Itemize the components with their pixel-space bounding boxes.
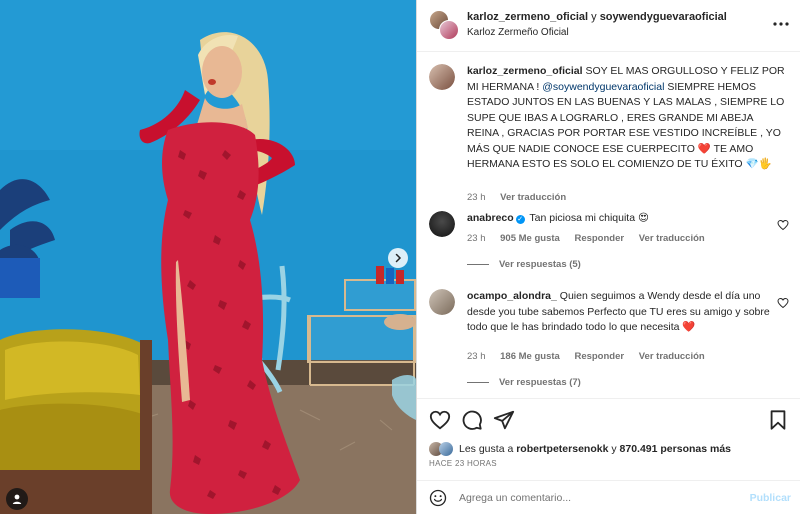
caption-text-b: SIEMPRE HEMOS ESTADO JUNTOS EN LAS BUENA… <box>467 80 785 171</box>
likes-count[interactable]: 870.491 personas más <box>620 443 732 455</box>
more-options-button[interactable] <box>771 14 791 34</box>
liker-username[interactable]: robertpetersenokk <box>516 443 608 455</box>
view-replies-button[interactable]: Ver respuestas (5) <box>467 259 581 270</box>
author-joiner: y <box>588 11 600 23</box>
likes-middle: y <box>608 443 620 455</box>
comments-list[interactable]: karloz_zermeno_oficial SOY EL MAS ORGULL… <box>417 53 800 395</box>
comment: anabreco ✓ Tan piciosa mi chiquita 😍 23 h… <box>429 211 789 271</box>
photo-scene <box>0 0 416 514</box>
reply-button[interactable]: Responder <box>574 233 624 244</box>
emoji-icon[interactable] <box>429 489 447 507</box>
more-icon <box>773 22 789 26</box>
bookmark-icon[interactable] <box>767 409 789 431</box>
comment: ocampo_alondra_ Quien seguimos a Wendy d… <box>429 289 789 389</box>
see-translation-link[interactable]: Ver traducción <box>639 233 705 244</box>
post-comment-button[interactable]: Publicar <box>750 492 791 504</box>
caption-mention[interactable]: @soywendyguevaraoficial <box>542 81 664 93</box>
next-photo-button[interactable] <box>388 248 408 268</box>
author-display-name: Karloz Zermeño Oficial <box>467 27 569 38</box>
caption-time[interactable]: 23 h <box>467 192 486 203</box>
replies-divider <box>467 382 489 383</box>
view-replies-label: Ver respuestas (7) <box>499 377 581 388</box>
verified-badge-icon: ✓ <box>515 215 525 224</box>
comment-body: Tan piciosa mi chiquita 😍 <box>526 212 649 224</box>
comment-input[interactable] <box>459 487 739 509</box>
comment-meta: 23 h 905 Me gusta Responder Ver traducci… <box>467 233 717 244</box>
comment-time[interactable]: 23 h <box>467 233 486 244</box>
liker-avatar <box>439 442 453 456</box>
caption: karloz_zermeno_oficial SOY EL MAS ORGULL… <box>429 64 789 203</box>
heart-icon[interactable] <box>429 409 451 431</box>
user-tag-icon <box>12 494 22 504</box>
caption-text: karloz_zermeno_oficial SOY EL MAS ORGULL… <box>467 64 787 173</box>
avatar[interactable] <box>429 211 455 237</box>
author-username[interactable]: karloz_zermeno_oficial <box>467 11 588 23</box>
collab-username[interactable]: soywendyguevaraoficial <box>600 11 727 23</box>
instagram-post: karloz_zermeno_oficial y soywendyguevara… <box>0 0 800 514</box>
tagged-users-button[interactable] <box>6 488 28 510</box>
comment-like-icon[interactable] <box>777 297 789 309</box>
replies-divider <box>467 264 489 265</box>
post-timestamp[interactable]: HACE 23 HORAS <box>429 459 497 468</box>
avatar[interactable] <box>429 289 455 315</box>
view-replies-button[interactable]: Ver respuestas (7) <box>467 377 581 388</box>
comment-meta: 23 h 186 Me gusta Responder Ver traducci… <box>467 351 717 362</box>
comment-composer: Publicar <box>417 480 800 514</box>
avatar-wendy <box>439 20 459 40</box>
comment-time[interactable]: 23 h <box>467 351 486 362</box>
caption-username[interactable]: karloz_zermeno_oficial <box>467 65 583 77</box>
comment-username[interactable]: anabreco <box>467 212 514 224</box>
post-photo[interactable] <box>0 0 416 514</box>
likes-summary[interactable]: Les gusta a robertpetersenokk y 870.491 … <box>429 440 731 458</box>
likes-text: Les gusta a robertpetersenokk y 870.491 … <box>459 443 731 455</box>
reply-button[interactable]: Responder <box>574 351 624 362</box>
post-details-panel: karloz_zermeno_oficial y soywendyguevara… <box>416 0 800 514</box>
comment-text: ocampo_alondra_ Quien seguimos a Wendy d… <box>467 289 787 336</box>
caption-meta: 23 h Ver traducción <box>467 192 578 203</box>
comment-likes[interactable]: 186 Me gusta <box>500 351 560 362</box>
post-header: karloz_zermeno_oficial y soywendyguevara… <box>417 0 800 52</box>
comment-username[interactable]: ocampo_alondra_ <box>467 290 557 302</box>
comment-like-icon[interactable] <box>777 219 789 231</box>
chevron-right-icon <box>395 253 402 263</box>
comment-icon[interactable] <box>461 409 483 431</box>
collab-avatars[interactable] <box>429 10 459 40</box>
avatar[interactable] <box>429 64 455 90</box>
see-translation-link[interactable]: Ver traducción <box>639 351 705 362</box>
comment-text: anabreco ✓ Tan piciosa mi chiquita 😍 <box>467 211 787 227</box>
comment-likes[interactable]: 905 Me gusta <box>500 233 560 244</box>
view-replies-label: Ver respuestas (5) <box>499 259 581 270</box>
post-author-line: karloz_zermeno_oficial y soywendyguevara… <box>467 11 727 23</box>
action-bar <box>417 398 800 438</box>
likes-prefix: Les gusta a <box>459 443 517 455</box>
share-icon[interactable] <box>493 409 515 431</box>
see-translation-link[interactable]: Ver traducción <box>500 192 566 203</box>
